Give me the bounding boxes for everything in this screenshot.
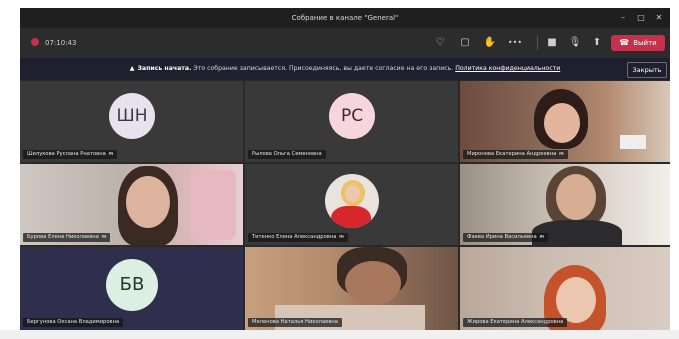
mic-muted-icon: ᵯ — [339, 234, 344, 240]
participant-tile[interactable]: Меленова Наталья Николаевна — [245, 247, 458, 330]
participant-name: Фаева Ирина Васильевна — [467, 234, 537, 240]
participant-name: Бергунова Оксана Владимировна — [27, 319, 120, 325]
participant-tile[interactable]: Бурова Елена Николаевна ᵯ — [20, 164, 243, 245]
avatar: ШН — [109, 93, 155, 139]
mic-muted-icon: ᵯ — [108, 151, 114, 157]
phone-icon: ☎ — [619, 38, 630, 47]
reactions-icon[interactable]: ♡ — [432, 35, 448, 51]
window-title: Собрание в канале "General" — [291, 14, 399, 22]
more-options-icon[interactable]: ••• — [507, 35, 523, 51]
close-banner-button[interactable]: Закрыть — [627, 62, 667, 78]
recording-notice: ▲ Запись начата. Это собрание записываетс… — [20, 58, 670, 80]
participant-name-tag: Бергунова Оксана Владимировна — [23, 318, 124, 327]
leave-label: Выйти — [633, 39, 657, 47]
camera-icon[interactable]: ■ — [544, 35, 560, 51]
participant-tile[interactable]: Фаева Ирина Васильевна ᵯ — [460, 164, 670, 245]
video-feed-background — [190, 170, 236, 240]
toolbar-divider — [537, 36, 538, 50]
minimize-icon[interactable]: – — [614, 8, 632, 28]
participant-name: Миронова Екатерина Андреевна — [467, 151, 557, 157]
meeting-toolbar: 07:10:43 ♡ ▢ ✋ ••• ■ 🎙 ⬆ ☎ Выйти — [20, 28, 670, 58]
chat-icon[interactable]: ▢ — [457, 35, 473, 51]
video-grid: ШН Шилукова Руслана Рнатовна ᵯ РС Рылова … — [20, 81, 670, 330]
participant-name: Меленова Наталья Николаевна — [252, 319, 338, 325]
leave-button[interactable]: ☎ Выйти — [611, 35, 665, 51]
participant-name-tag: Меленова Наталья Николаевна — [248, 318, 342, 327]
avatar: БВ — [106, 259, 158, 311]
avatar-photo-body — [331, 206, 371, 228]
participant-name-tag: Фаева Ирина Васильевна ᵯ — [463, 233, 548, 242]
taskbar-edge — [0, 330, 679, 339]
microphone-icon[interactable]: 🎙 — [567, 35, 583, 51]
title-bar: Собрание в канале "General" – □ ✕ — [20, 8, 670, 28]
participant-name-tag: Жирова Екатерина Александровна — [463, 318, 568, 327]
mic-muted-icon: ᵯ — [559, 151, 564, 157]
video-feed-face — [345, 261, 401, 305]
participant-tile[interactable]: РС Рылова Ольга Семеновна — [245, 81, 458, 162]
recording-notice-text: Это собрание записывается. Присоединяясь… — [191, 65, 456, 72]
avatar-photo-face — [345, 185, 360, 202]
participant-name-tag: Бурова Елена Николаевна ᵯ — [23, 233, 111, 242]
recording-icon — [31, 38, 39, 46]
teams-meeting-window: Собрание в канале "General" – □ ✕ 07:10:… — [20, 8, 670, 330]
participant-name-tag: Титенко Елена Александровна ᵯ — [248, 233, 348, 242]
participant-name-tag: Рылова Ольга Семеновна — [248, 150, 326, 159]
maximize-icon[interactable]: □ — [632, 8, 650, 28]
participant-name: Титенко Елена Александровна — [252, 234, 337, 240]
participant-tile[interactable]: Титенко Елена Александровна ᵯ — [245, 164, 458, 245]
participant-tile[interactable]: БВ Бергунова Оксана Владимировна — [20, 247, 243, 330]
participant-tile[interactable]: ШН Шилукова Руслана Рнатовна ᵯ — [20, 81, 243, 162]
participant-name: Рылова Ольга Семеновна — [252, 151, 322, 157]
avatar — [325, 174, 379, 228]
video-feed-face — [544, 103, 580, 143]
mic-muted-icon: ᵯ — [539, 234, 544, 240]
participant-name-tag: Шилукова Руслана Рнатовна ᵯ — [23, 150, 118, 159]
meeting-timer: 07:10:43 — [45, 39, 77, 47]
video-feed-background — [620, 135, 646, 149]
video-feed-face — [126, 176, 170, 228]
mic-muted-icon: ᵯ — [101, 234, 107, 240]
privacy-policy-link[interactable]: Политика конфиденциальности — [455, 65, 560, 72]
participant-name: Бурова Елена Николаевна — [27, 234, 99, 240]
video-feed-face — [556, 277, 596, 323]
video-feed-face — [556, 174, 596, 220]
participant-name: Шилукова Руслана Рнатовна — [27, 151, 106, 157]
share-screen-icon[interactable]: ⬆ — [589, 35, 605, 51]
avatar: РС — [329, 93, 375, 139]
raise-hand-icon[interactable]: ✋ — [482, 35, 498, 51]
warning-icon: ▲ — [129, 65, 135, 72]
participant-tile[interactable]: Жирова Екатерина Александровна — [460, 247, 670, 330]
participant-tile[interactable]: Миронова Екатерина Андреевна ᵯ — [460, 81, 670, 162]
participant-name: Жирова Екатерина Александровна — [467, 319, 564, 325]
close-icon[interactable]: ✕ — [650, 8, 668, 28]
participant-name-tag: Миронова Екатерина Андреевна ᵯ — [463, 150, 568, 159]
recording-banner: ▲ Запись начата. Это собрание записываетс… — [20, 58, 670, 80]
recording-notice-title: Запись начата. — [137, 65, 192, 72]
